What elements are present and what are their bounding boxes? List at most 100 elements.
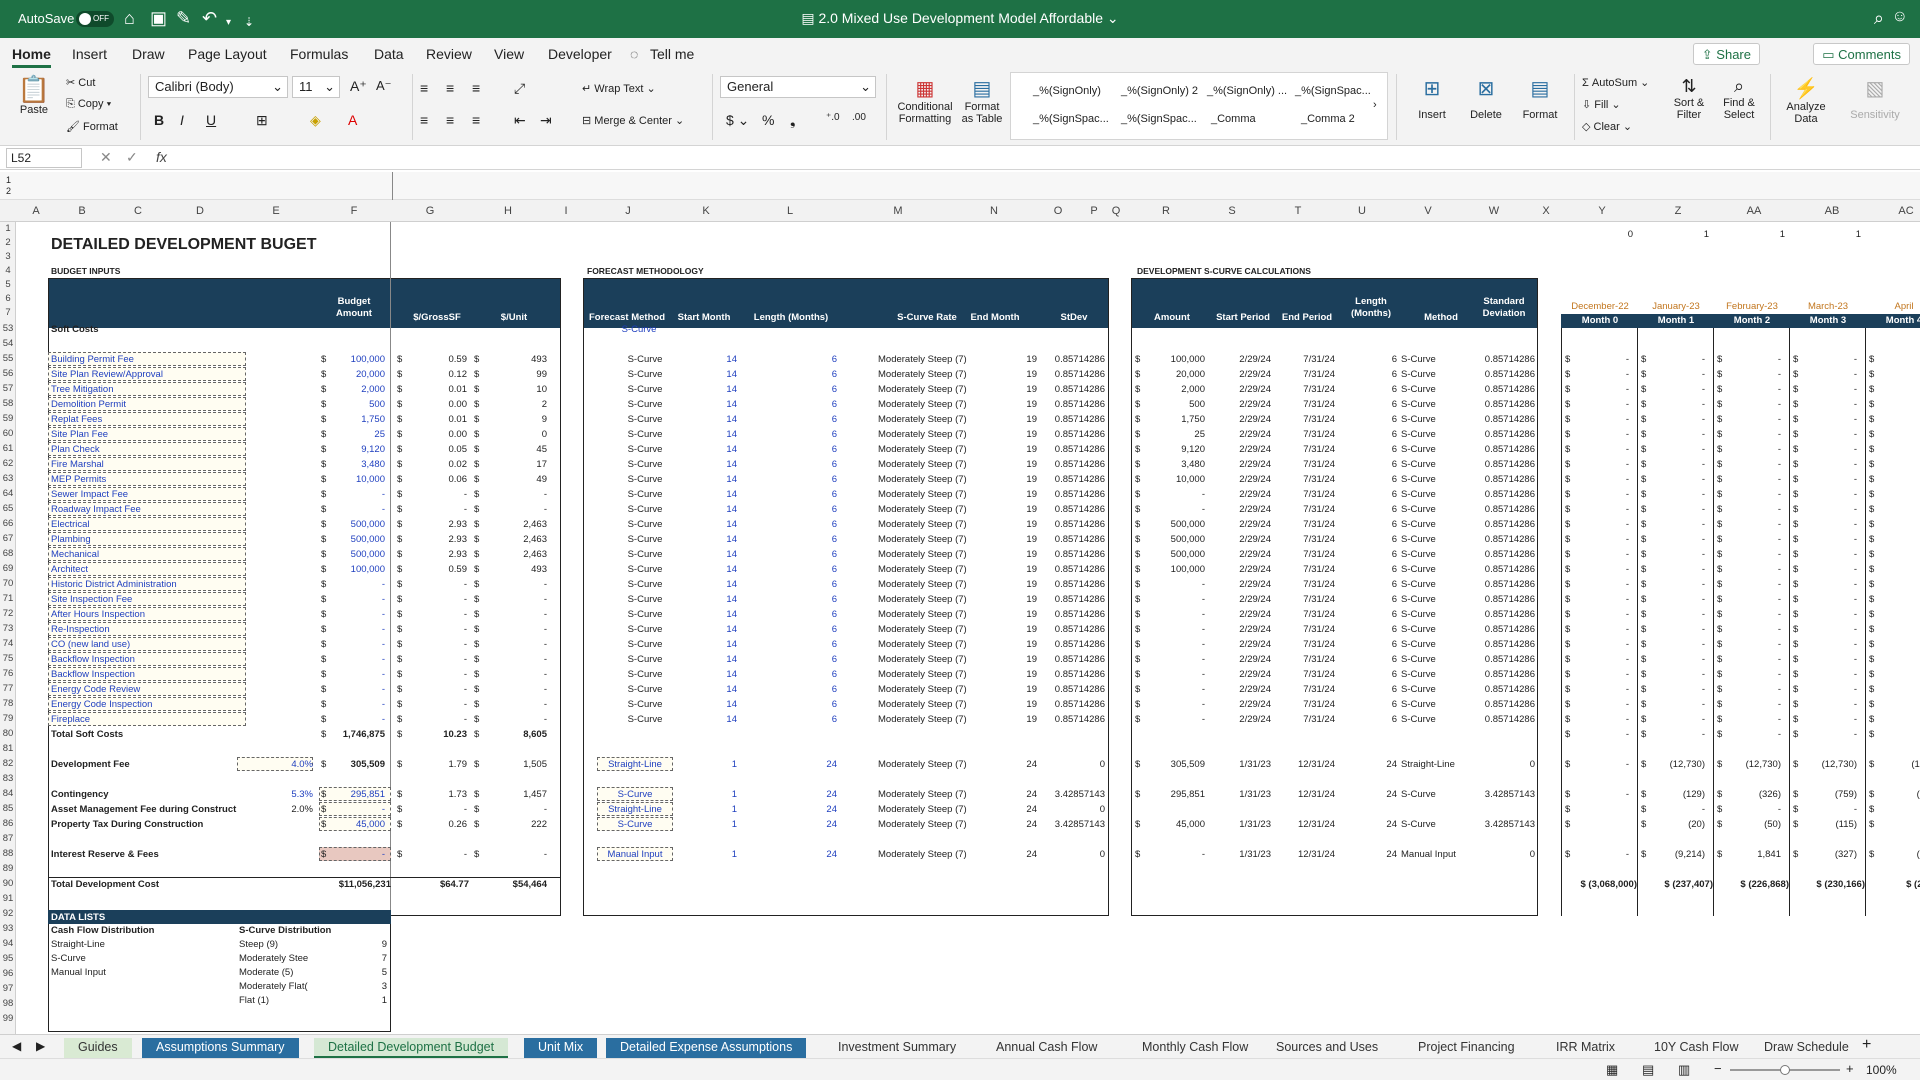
row-header-83[interactable]: 83 (0, 773, 16, 784)
fill-color-icon[interactable]: ◈ (310, 112, 321, 129)
column-header-k[interactable]: K (696, 205, 716, 217)
row-header-57[interactable]: 57 (0, 383, 16, 394)
font-family-select[interactable]: Calibri (Body) ⌄ (148, 76, 288, 98)
decrease-decimal-icon[interactable]: .00 (852, 112, 866, 123)
underline-button[interactable]: U (206, 112, 216, 128)
column-header-ab[interactable]: AB (1822, 205, 1842, 217)
fx-icon[interactable]: fx (156, 149, 167, 165)
row-header-59[interactable]: 59 (0, 413, 16, 424)
column-header-y[interactable]: Y (1592, 205, 1612, 217)
insert-cells-button[interactable]: ⊞ Insert (1404, 76, 1460, 121)
column-header-q[interactable]: Q (1106, 205, 1126, 217)
conditional-formatting-button[interactable]: ▦ Conditional Formatting (892, 76, 958, 125)
row-header-86[interactable]: 86 (0, 818, 16, 829)
row-header-4[interactable]: 4 (0, 265, 16, 276)
row-header-61[interactable]: 61 (0, 443, 16, 454)
row-header-71[interactable]: 71 (0, 593, 16, 604)
tab-data[interactable]: Data (374, 46, 404, 62)
column-header-aa[interactable]: AA (1744, 205, 1764, 217)
sheet-tab[interactable]: Investment Summary (824, 1038, 970, 1058)
row-header-72[interactable]: 72 (0, 608, 16, 619)
row-header-63[interactable]: 63 (0, 473, 16, 484)
column-header-p[interactable]: P (1084, 205, 1104, 217)
format-painter-button[interactable]: 🖌 Format (66, 120, 118, 133)
style-item[interactable]: _%(SignOnly) ... (1207, 85, 1287, 97)
font-size-select[interactable]: 11 ⌄ (292, 76, 340, 98)
column-header-z[interactable]: Z (1668, 205, 1688, 217)
row-header-97[interactable]: 97 (0, 983, 16, 994)
normal-view-icon[interactable]: ▦ (1606, 1062, 1618, 1078)
row-header-1[interactable]: 1 (0, 223, 16, 234)
row-header-66[interactable]: 66 (0, 518, 16, 529)
align-bottom-icon[interactable]: ≡ (472, 80, 480, 96)
outline-level-2[interactable]: 2 (6, 186, 11, 196)
worksheet[interactable]: DETAILED DEVELOPMENT BUGET BUDGET INPUTS… (17, 222, 1920, 1034)
column-header-e[interactable]: E (266, 205, 286, 217)
column-header-t[interactable]: T (1288, 205, 1308, 217)
number-format-select[interactable]: General ⌄ (720, 76, 876, 98)
row-header-85[interactable]: 85 (0, 803, 16, 814)
align-right-icon[interactable]: ≡ (472, 112, 480, 128)
analyze-data-button[interactable]: ⚡ Analyze Data (1776, 76, 1836, 125)
cancel-icon[interactable]: ✕ (100, 149, 112, 166)
tab-insert[interactable]: Insert (72, 46, 107, 62)
sheet-tab[interactable]: Guides (64, 1038, 132, 1058)
row-header-70[interactable]: 70 (0, 578, 16, 589)
row-header-88[interactable]: 88 (0, 848, 16, 859)
tab-developer[interactable]: Developer (548, 46, 612, 62)
row-header-92[interactable]: 92 (0, 908, 16, 919)
row-header-56[interactable]: 56 (0, 368, 16, 379)
column-header-s[interactable]: S (1222, 205, 1242, 217)
delete-cells-button[interactable]: ⊠ Delete (1458, 76, 1514, 121)
find-select-button[interactable]: ⌕ Find & Select (1716, 76, 1762, 121)
bold-button[interactable]: B (154, 112, 164, 128)
column-header-b[interactable]: B (72, 205, 92, 217)
copy-button[interactable]: ⎘ Copy ▾ (66, 98, 111, 111)
sheet-tab[interactable]: Annual Cash Flow (982, 1038, 1111, 1058)
tab-formulas[interactable]: Formulas (290, 46, 348, 62)
style-item[interactable]: _%(SignOnly) 2 (1121, 85, 1198, 97)
fill-button[interactable]: ⇩ Fill ⌄ (1582, 98, 1621, 111)
row-header-53[interactable]: 53 (0, 323, 16, 334)
align-top-icon[interactable]: ≡ (420, 80, 428, 96)
row-header-82[interactable]: 82 (0, 758, 16, 769)
row-header-60[interactable]: 60 (0, 428, 16, 439)
sheet-tab[interactable]: Project Financing (1404, 1038, 1529, 1058)
style-item[interactable]: _Comma 2 (1301, 113, 1355, 125)
column-header-n[interactable]: N (984, 205, 1004, 217)
row-header-69[interactable]: 69 (0, 563, 16, 574)
sensitivity-button[interactable]: ▧ Sensitivity (1840, 76, 1910, 121)
sheet-tab[interactable]: Sources and Uses (1262, 1038, 1392, 1058)
row-header-3[interactable]: 3 (0, 251, 16, 262)
increase-font-icon[interactable]: A⁺ (350, 78, 367, 95)
row-header-74[interactable]: 74 (0, 638, 16, 649)
row-header-84[interactable]: 84 (0, 788, 16, 799)
prev-sheet-icon[interactable]: ◀ (12, 1039, 21, 1053)
sheet-tab[interactable]: Monthly Cash Flow (1128, 1038, 1262, 1058)
confirm-icon[interactable]: ✓ (126, 149, 138, 166)
column-header-l[interactable]: L (780, 205, 800, 217)
row-header-80[interactable]: 80 (0, 728, 16, 739)
row-header-65[interactable]: 65 (0, 503, 16, 514)
merge-center-button[interactable]: ⊟ Merge & Center ⌄ (582, 114, 684, 127)
column-header-x[interactable]: X (1536, 205, 1556, 217)
row-header-7[interactable]: 7 (0, 307, 16, 318)
tab-review[interactable]: Review (426, 46, 472, 62)
row-header-62[interactable]: 62 (0, 458, 16, 469)
column-header-a[interactable]: A (26, 205, 46, 217)
currency-icon[interactable]: $ ⌄ (726, 112, 749, 129)
row-header-6[interactable]: 6 (0, 293, 16, 304)
outline-level-1[interactable]: 1 (6, 175, 11, 185)
share-button[interactable]: ⇪ Share (1692, 43, 1760, 65)
column-header-r[interactable]: R (1156, 205, 1176, 217)
column-header-c[interactable]: C (128, 205, 148, 217)
sheet-tab[interactable]: Detailed Expense Assumptions (606, 1038, 807, 1058)
zoom-slider-knob[interactable] (1780, 1065, 1790, 1075)
clear-button[interactable]: ◇ Clear ⌄ (1582, 120, 1632, 133)
row-header-5[interactable]: 5 (0, 279, 16, 290)
row-header-91[interactable]: 91 (0, 893, 16, 904)
row-header-2[interactable]: 2 (0, 237, 16, 248)
row-header-79[interactable]: 79 (0, 713, 16, 724)
row-header-77[interactable]: 77 (0, 683, 16, 694)
align-center-icon[interactable]: ≡ (446, 112, 454, 128)
